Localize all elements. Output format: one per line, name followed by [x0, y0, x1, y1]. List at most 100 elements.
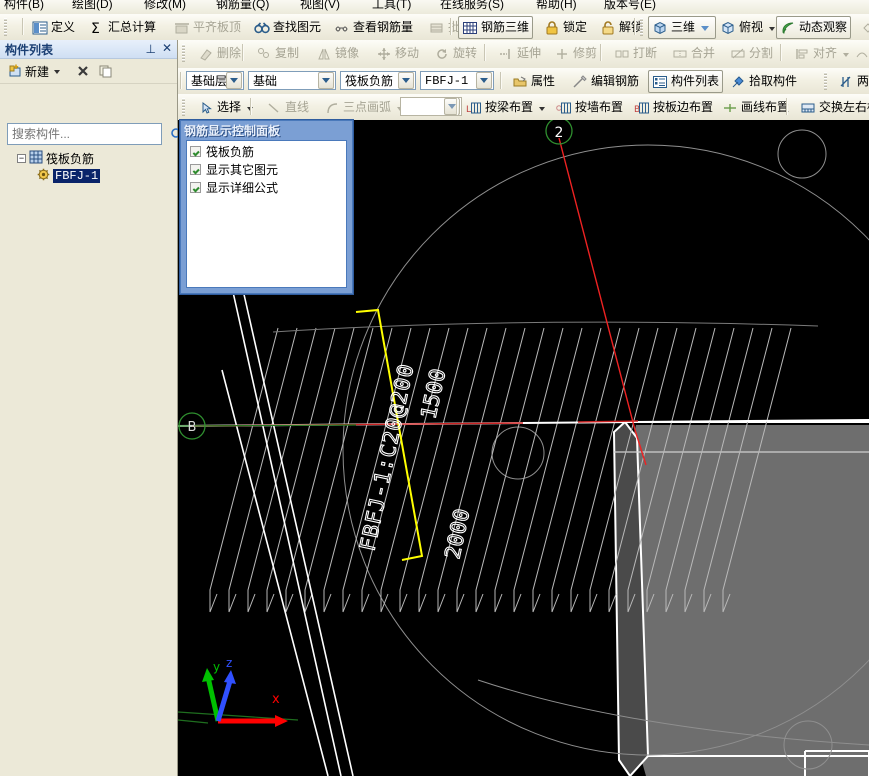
unlock-icon [600, 20, 616, 36]
toolbar-grip[interactable] [182, 44, 185, 62]
view-rebar-qty-label: 查看钢筋量 [353, 20, 414, 34]
erase-icon [198, 46, 214, 62]
raft-negative-rebar-checkbox[interactable] [190, 145, 201, 157]
offset-button[interactable]: 偏移 [850, 42, 869, 65]
properties-button[interactable]: 属性 [508, 70, 559, 93]
select-button[interactable]: 选择 [194, 96, 257, 119]
instance-combo[interactable]: FBFJ-1 [420, 71, 494, 90]
chevron-down-icon[interactable] [843, 52, 850, 57]
chevron-down-icon[interactable] [398, 72, 414, 89]
menu-item-modify[interactable]: 修改(M) [144, 0, 186, 12]
edit-rebar-button[interactable]: 编辑钢筋 [568, 70, 643, 93]
menu-item-online[interactable]: 在线服务(S) [440, 0, 504, 12]
line-button[interactable]: 直线 [262, 96, 313, 119]
chevron-down-icon[interactable] [476, 72, 492, 89]
lock-button[interactable]: 锁定 [540, 16, 591, 39]
chevron-down-icon[interactable] [226, 72, 242, 89]
menu-item-help[interactable]: 帮助(H) [536, 0, 577, 12]
arc-mode-combo[interactable] [400, 97, 462, 116]
menu-item-rebar-qty[interactable]: 钢筋量(Q) [216, 0, 269, 12]
component-combo-value: 筏板负筋 [345, 74, 394, 88]
chevron-down-icon[interactable] [769, 26, 776, 31]
delete-component-button[interactable] [73, 61, 93, 81]
rebar-display-control-panel[interactable]: 钢筋显示控制面板 筏板负筋 显示其它图元 显示详细公式 [179, 119, 354, 295]
delete-button[interactable]: 删除 [194, 42, 245, 65]
by-beam-button[interactable]: L 按梁布置 [462, 96, 549, 119]
toolbar-separator [786, 98, 788, 115]
show-other-elements-checkbox[interactable] [190, 163, 201, 175]
by-slab-edge-button[interactable]: B 按板边布置 [630, 96, 717, 119]
search-component-box[interactable] [7, 123, 184, 145]
level-slab-top-button[interactable]: 平齐板顶 [170, 16, 245, 39]
toolbar-separator [180, 72, 182, 89]
merge-button[interactable]: 合并 [668, 42, 719, 65]
search-input[interactable] [8, 126, 169, 142]
checkbox-row[interactable]: 显示其它图元 [190, 161, 346, 177]
align-button[interactable]: 对齐 [790, 42, 853, 65]
find-element-button[interactable]: 查找图元 [250, 16, 325, 39]
cube2-icon [720, 20, 736, 36]
break-button[interactable]: 打断 [610, 42, 661, 65]
pan-button[interactable] [856, 16, 869, 39]
tree-expander-icon[interactable]: − [17, 153, 26, 163]
new-component-button[interactable]: 新建 [6, 61, 62, 81]
dynamic-observe-button[interactable]: 动态观察 [776, 16, 852, 39]
toolbar-grip[interactable] [182, 98, 185, 116]
menu-item-view[interactable]: 视图(V) [300, 0, 340, 12]
rebar-3d-button[interactable]: 钢筋三维 [458, 16, 534, 39]
component-list-button[interactable]: 构件列表 [648, 70, 724, 93]
checkbox-row[interactable]: 显示详细公式 [190, 179, 346, 195]
batch-icon [429, 20, 445, 36]
extend-button[interactable]: 延伸 [494, 42, 545, 65]
draw-line-layout-button[interactable]: 画线布置 [718, 96, 793, 119]
toolbar-grip[interactable] [4, 18, 7, 36]
mirror-button[interactable]: 镜像 [312, 42, 363, 65]
tree-node-child-label: FBFJ-1 [53, 169, 101, 183]
menu-item-version[interactable]: 版本号(E) [604, 0, 656, 12]
three-point-arc-button[interactable]: 三点画弧 [320, 96, 407, 119]
toolbar-separator [780, 44, 782, 61]
tree-node-child[interactable]: FBFJ-1 [7, 168, 162, 184]
chevron-down-icon[interactable] [318, 72, 334, 89]
line-icon [266, 100, 282, 116]
toolbar-separator [500, 72, 502, 89]
copy-label: 复制 [275, 46, 300, 60]
view-rebar-qty-button[interactable]: 查看钢筋量 [330, 16, 417, 39]
swap-left-right-button[interactable]: 交换左右标 [796, 96, 869, 119]
chevron-down-icon[interactable] [539, 106, 546, 111]
menu-item-component[interactable]: 构件(B) [4, 0, 44, 12]
define-button[interactable]: 定义 [28, 16, 79, 39]
chevron-down-icon[interactable] [698, 20, 712, 36]
align-icon [794, 46, 810, 62]
split-button[interactable]: 分割 [726, 42, 777, 65]
toolbar-separator [634, 18, 636, 35]
two-point-button[interactable]: 两点 [834, 70, 869, 93]
ucs-x-label: x [272, 692, 280, 707]
top-view-button[interactable]: 俯视 [716, 16, 779, 39]
move-button[interactable]: 移动 [372, 42, 423, 65]
category-combo[interactable]: 基础 [248, 71, 336, 90]
trim-button[interactable]: 修剪 [550, 42, 601, 65]
menu-item-tools[interactable]: 工具(T) [372, 0, 411, 12]
tree-node-root[interactable]: − 筏板负筋 [7, 150, 162, 166]
checkbox-row[interactable]: 筏板负筋 [190, 143, 346, 159]
view-3d-button[interactable]: 三维 [648, 16, 717, 39]
menu-item-draw[interactable]: 绘图(D) [72, 0, 113, 12]
copy-component-button[interactable] [96, 61, 116, 81]
close-icon[interactable]: ✕ [162, 41, 172, 55]
component-combo[interactable]: 筏板负筋 [340, 71, 416, 90]
show-detailed-formula-checkbox[interactable] [190, 181, 201, 193]
pick-component-button[interactable]: 拾取构件 [726, 70, 801, 93]
toolbar-main: 定义 Σ 汇总计算 平齐板顶 查找图元 查看钢筋量 钢筋三维 锁定 解锁 三维 … [0, 14, 869, 41]
floor-combo[interactable]: 基础层 [186, 71, 244, 90]
rotate-button[interactable]: 旋转 [430, 42, 481, 65]
pin-icon[interactable]: ⊥ [146, 42, 156, 56]
copy-button[interactable]: 复制 [252, 42, 303, 65]
toolbar-grip[interactable] [824, 72, 827, 90]
chevron-down-icon[interactable] [54, 70, 61, 74]
summary-calc-button[interactable]: Σ 汇总计算 [85, 16, 160, 39]
grid3d-icon [462, 20, 478, 36]
by-wall-button[interactable]: 按墙布置 [552, 96, 627, 119]
three-point-arc-label: 三点画弧 [343, 100, 392, 114]
toolbar-grip[interactable] [640, 18, 643, 36]
